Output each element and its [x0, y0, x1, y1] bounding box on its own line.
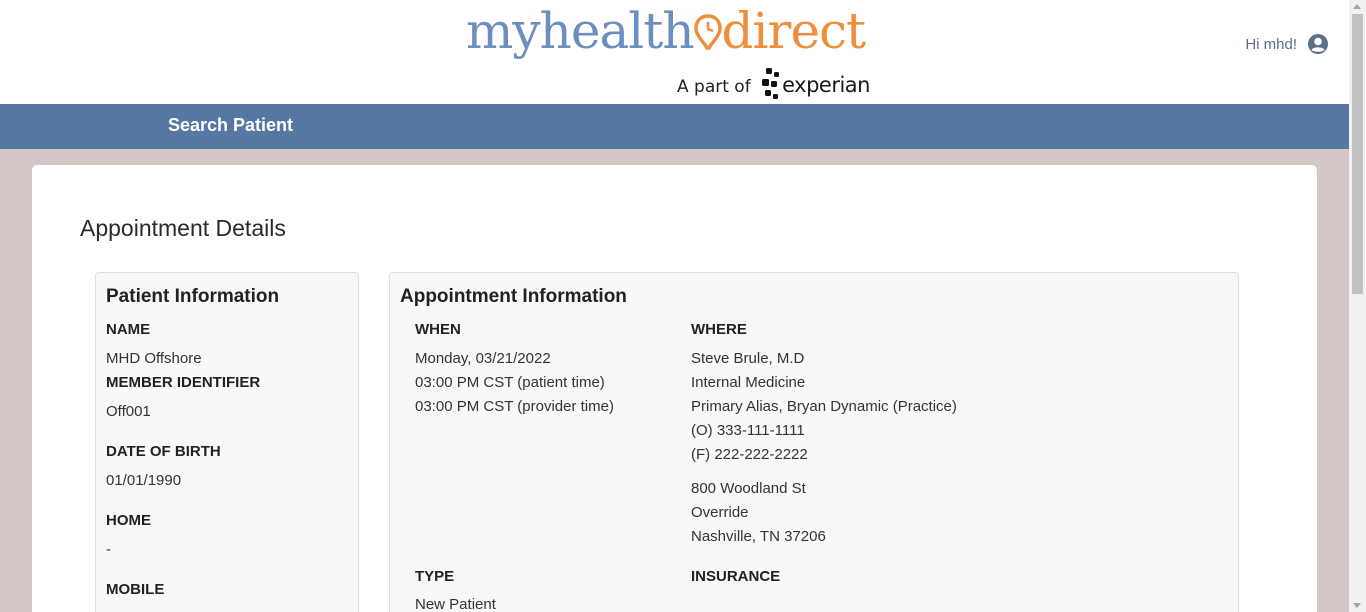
user-menu[interactable]: Hi mhd! [1245, 33, 1329, 55]
office-phone: (O) 333-111-1111 [691, 422, 805, 439]
logo-wordmark: myhealth direct [466, 2, 867, 60]
main-navbar: Search Patient [0, 104, 1349, 149]
mobile-phone-label: MOBILE [106, 581, 165, 598]
appointment-info-heading: Appointment Information [400, 286, 627, 307]
provider-specialty: Internal Medicine [691, 374, 806, 391]
page-title: Appointment Details [80, 215, 286, 241]
page-scrollbar[interactable] [1349, 0, 1366, 612]
user-avatar-icon [1308, 34, 1328, 54]
logo-text-myhealth: myhealth [466, 2, 695, 60]
patient-information-panel: Patient Information NAME MHD Offshore ME… [95, 272, 359, 612]
name-value: MHD Offshore [106, 350, 202, 367]
insurance-label: INSURANCE [691, 568, 781, 585]
logo-text-direct: direct [721, 2, 867, 60]
logo-tagline: A part of experian [677, 68, 870, 102]
practice-name: Primary Alias, Bryan Dynamic (Practice) [691, 398, 957, 415]
patient-info-heading: Patient Information [106, 286, 280, 307]
scroll-down-arrow-icon[interactable] [1353, 603, 1361, 608]
scroll-up-arrow-icon[interactable] [1353, 4, 1361, 9]
patient-time: 03:00 PM CST (patient time) [415, 374, 605, 391]
fax-number: (F) 222-222-2222 [691, 446, 808, 463]
member-identifier-value: Off001 [106, 403, 151, 420]
nav-search-patient[interactable]: Search Patient [168, 115, 293, 136]
appointment-type-value: New Patient [415, 596, 496, 612]
appointment-date: Monday, 03/21/2022 [415, 350, 551, 367]
experian-wordmark: experian [782, 73, 870, 97]
type-label: TYPE [415, 568, 455, 585]
home-phone-value: - [106, 541, 111, 558]
when-label: WHEN [415, 321, 461, 338]
myhealthdirect-logo[interactable]: myhealth direct A part of experian [466, 2, 886, 102]
provider-time: 03:00 PM CST (provider time) [415, 398, 614, 415]
dob-value: 01/01/1990 [106, 472, 182, 489]
home-phone-label: HOME [106, 512, 151, 529]
scrollbar-thumb[interactable] [1352, 14, 1363, 294]
where-label: WHERE [691, 321, 747, 338]
address-line-2: Override [691, 504, 749, 521]
member-identifier-label: MEMBER IDENTIFIER [106, 374, 261, 391]
appointment-information-panel: Appointment Information WHEN Monday, 03/… [389, 272, 1239, 612]
dob-label: DATE OF BIRTH [106, 443, 221, 460]
address-street: 800 Woodland St [691, 480, 806, 497]
user-greeting: Hi mhd! [1245, 35, 1297, 53]
appointment-details-card: Appointment Details Patient Information … [32, 165, 1317, 612]
logo-tagline-text: A part of [677, 77, 751, 97]
name-label: NAME [106, 321, 151, 338]
site-header: myhealth direct A part of experian Hi mhd… [0, 0, 1349, 104]
address-city-state-zip: Nashville, TN 37206 [691, 528, 826, 545]
provider-name: Steve Brule, M.D [691, 350, 805, 367]
location-pin-icon [693, 14, 722, 50]
experian-dots-icon [762, 68, 780, 99]
